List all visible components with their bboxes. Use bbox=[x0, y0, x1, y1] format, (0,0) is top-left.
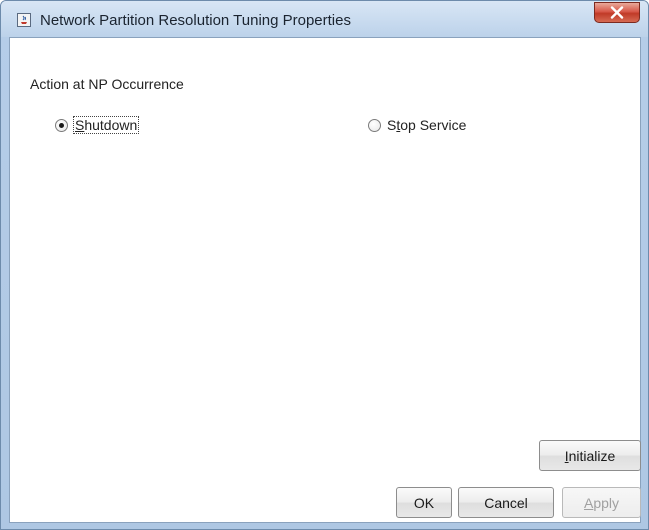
shutdown-radio-option[interactable]: Shutdown bbox=[55, 115, 140, 135]
ok-button[interactable]: OK bbox=[396, 487, 452, 518]
shutdown-radio-button[interactable] bbox=[55, 118, 68, 132]
shutdown-radio-label[interactable]: Shutdown bbox=[72, 116, 140, 134]
close-button[interactable] bbox=[594, 2, 640, 23]
title-bar[interactable]: Network Partition Resolution Tuning Prop… bbox=[1, 1, 648, 37]
window-title: Network Partition Resolution Tuning Prop… bbox=[40, 12, 351, 29]
stop-service-radio-label[interactable]: Stop Service bbox=[387, 117, 466, 133]
apply-button[interactable]: Apply bbox=[562, 487, 641, 518]
close-x-icon bbox=[610, 6, 624, 19]
initialize-button[interactable]: Initialize bbox=[539, 440, 641, 471]
java-app-icon bbox=[17, 13, 31, 27]
group-label: Action at NP Occurrence bbox=[30, 76, 184, 92]
cancel-button[interactable]: Cancel bbox=[458, 487, 554, 518]
stop-service-radio-option[interactable]: Stop Service bbox=[368, 115, 466, 135]
dialog-window: Network Partition Resolution Tuning Prop… bbox=[0, 0, 649, 530]
stop-service-radio-button[interactable] bbox=[368, 118, 381, 132]
